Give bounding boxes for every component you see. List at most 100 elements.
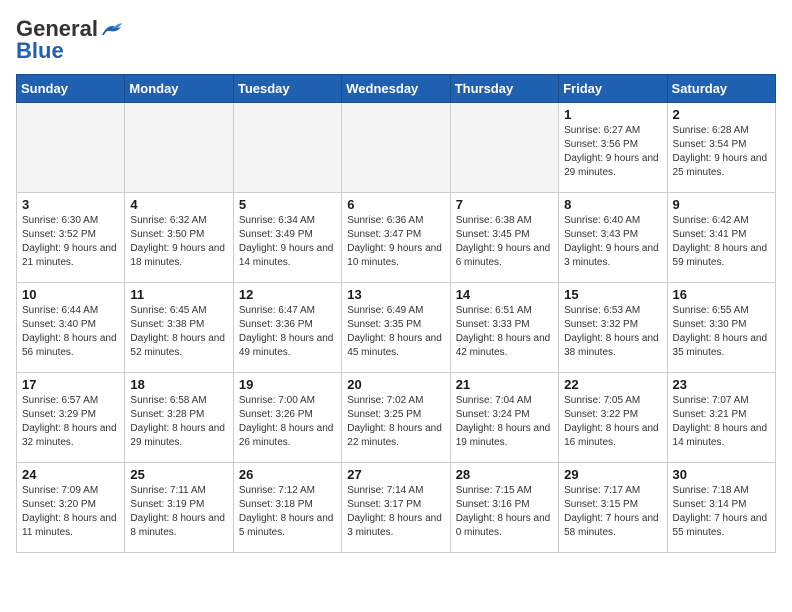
day-number: 23 <box>673 377 770 392</box>
calendar-cell: 2 Sunrise: 6:28 AMSunset: 3:54 PMDaylight… <box>667 103 775 193</box>
calendar-week-row: 10 Sunrise: 6:44 AMSunset: 3:40 PMDayligh… <box>17 283 776 373</box>
day-info: Sunrise: 6:49 AMSunset: 3:35 PMDaylight:… <box>347 304 444 360</box>
weekday-header-sunday: Sunday <box>17 75 125 103</box>
day-number: 10 <box>22 287 119 302</box>
calendar-cell <box>342 103 450 193</box>
calendar-cell: 12 Sunrise: 6:47 AMSunset: 3:36 PMDayligh… <box>233 283 341 373</box>
day-number: 4 <box>130 197 227 212</box>
day-info: Sunrise: 6:51 AMSunset: 3:33 PMDaylight:… <box>456 304 553 360</box>
day-info: Sunrise: 7:00 AMSunset: 3:26 PMDaylight:… <box>239 394 336 450</box>
day-number: 27 <box>347 467 444 482</box>
day-info: Sunrise: 7:02 AMSunset: 3:25 PMDaylight:… <box>347 394 444 450</box>
calendar-cell: 5 Sunrise: 6:34 AMSunset: 3:49 PMDaylight… <box>233 193 341 283</box>
day-number: 19 <box>239 377 336 392</box>
day-number: 5 <box>239 197 336 212</box>
day-info: Sunrise: 6:32 AMSunset: 3:50 PMDaylight:… <box>130 214 227 270</box>
day-number: 2 <box>673 107 770 122</box>
day-number: 25 <box>130 467 227 482</box>
day-info: Sunrise: 6:30 AMSunset: 3:52 PMDaylight:… <box>22 214 119 270</box>
day-number: 16 <box>673 287 770 302</box>
day-info: Sunrise: 6:40 AMSunset: 3:43 PMDaylight:… <box>564 214 661 270</box>
day-number: 26 <box>239 467 336 482</box>
day-info: Sunrise: 6:47 AMSunset: 3:36 PMDaylight:… <box>239 304 336 360</box>
calendar-cell: 3Sunrise: 6:30 AMSunset: 3:52 PMDaylight… <box>17 193 125 283</box>
day-number: 18 <box>130 377 227 392</box>
calendar-cell: 4 Sunrise: 6:32 AMSunset: 3:50 PMDaylight… <box>125 193 233 283</box>
calendar-cell: 11Sunrise: 6:45 AMSunset: 3:38 PMDayligh… <box>125 283 233 373</box>
calendar-week-row: 17 Sunrise: 6:57 AMSunset: 3:29 PMDayligh… <box>17 373 776 463</box>
calendar-cell: 25 Sunrise: 7:11 AMSunset: 3:19 PMDayligh… <box>125 463 233 553</box>
calendar-cell: 24Sunrise: 7:09 AMSunset: 3:20 PMDayligh… <box>17 463 125 553</box>
day-number: 7 <box>456 197 553 212</box>
calendar-cell: 27Sunrise: 7:14 AMSunset: 3:17 PMDayligh… <box>342 463 450 553</box>
calendar-cell: 23 Sunrise: 7:07 AMSunset: 3:21 PMDayligh… <box>667 373 775 463</box>
calendar-cell: 30 Sunrise: 7:18 AMSunset: 3:14 PMDayligh… <box>667 463 775 553</box>
day-number: 11 <box>130 287 227 302</box>
calendar-week-row: 3Sunrise: 6:30 AMSunset: 3:52 PMDaylight… <box>17 193 776 283</box>
day-info: Sunrise: 6:44 AMSunset: 3:40 PMDaylight:… <box>22 304 119 360</box>
calendar-cell: 7 Sunrise: 6:38 AMSunset: 3:45 PMDaylight… <box>450 193 558 283</box>
calendar-cell: 28Sunrise: 7:15 AMSunset: 3:16 PMDayligh… <box>450 463 558 553</box>
day-info: Sunrise: 7:11 AMSunset: 3:19 PMDaylight:… <box>130 484 227 540</box>
calendar-table: SundayMondayTuesdayWednesdayThursdayFrid… <box>16 74 776 553</box>
day-number: 12 <box>239 287 336 302</box>
day-info: Sunrise: 6:38 AMSunset: 3:45 PMDaylight:… <box>456 214 553 270</box>
day-info: Sunrise: 6:34 AMSunset: 3:49 PMDaylight:… <box>239 214 336 270</box>
calendar-cell <box>233 103 341 193</box>
day-info: Sunrise: 6:57 AMSunset: 3:29 PMDaylight:… <box>22 394 119 450</box>
day-info: Sunrise: 7:18 AMSunset: 3:14 PMDaylight:… <box>673 484 770 540</box>
calendar-cell: 19 Sunrise: 7:00 AMSunset: 3:26 PMDayligh… <box>233 373 341 463</box>
weekday-header-tuesday: Tuesday <box>233 75 341 103</box>
calendar-cell: 14 Sunrise: 6:51 AMSunset: 3:33 PMDayligh… <box>450 283 558 373</box>
day-number: 13 <box>347 287 444 302</box>
calendar-cell: 20 Sunrise: 7:02 AMSunset: 3:25 PMDayligh… <box>342 373 450 463</box>
calendar-cell: 10 Sunrise: 6:44 AMSunset: 3:40 PMDayligh… <box>17 283 125 373</box>
calendar-cell: 1 Sunrise: 6:27 AMSunset: 3:56 PMDaylight… <box>559 103 667 193</box>
calendar-cell: 8 Sunrise: 6:40 AMSunset: 3:43 PMDaylight… <box>559 193 667 283</box>
day-number: 9 <box>673 197 770 212</box>
day-number: 21 <box>456 377 553 392</box>
calendar-cell: 9 Sunrise: 6:42 AMSunset: 3:41 PMDaylight… <box>667 193 775 283</box>
day-info: Sunrise: 7:17 AMSunset: 3:15 PMDaylight:… <box>564 484 661 540</box>
day-number: 1 <box>564 107 661 122</box>
page-header: General Blue <box>16 16 776 64</box>
day-info: Sunrise: 6:42 AMSunset: 3:41 PMDaylight:… <box>673 214 770 270</box>
day-info: Sunrise: 7:12 AMSunset: 3:18 PMDaylight:… <box>239 484 336 540</box>
calendar-cell: 18Sunrise: 6:58 AMSunset: 3:28 PMDayligh… <box>125 373 233 463</box>
day-number: 30 <box>673 467 770 482</box>
calendar-cell: 22Sunrise: 7:05 AMSunset: 3:22 PMDayligh… <box>559 373 667 463</box>
day-number: 20 <box>347 377 444 392</box>
day-info: Sunrise: 7:05 AMSunset: 3:22 PMDaylight:… <box>564 394 661 450</box>
weekday-header-thursday: Thursday <box>450 75 558 103</box>
calendar-cell: 29Sunrise: 7:17 AMSunset: 3:15 PMDayligh… <box>559 463 667 553</box>
calendar-cell: 16 Sunrise: 6:55 AMSunset: 3:30 PMDayligh… <box>667 283 775 373</box>
weekday-header-friday: Friday <box>559 75 667 103</box>
day-info: Sunrise: 6:27 AMSunset: 3:56 PMDaylight:… <box>564 124 661 180</box>
day-info: Sunrise: 7:07 AMSunset: 3:21 PMDaylight:… <box>673 394 770 450</box>
day-number: 15 <box>564 287 661 302</box>
calendar-cell: 21 Sunrise: 7:04 AMSunset: 3:24 PMDayligh… <box>450 373 558 463</box>
day-number: 6 <box>347 197 444 212</box>
logo-blue: Blue <box>16 38 64 64</box>
calendar-cell: 6 Sunrise: 6:36 AMSunset: 3:47 PMDaylight… <box>342 193 450 283</box>
calendar-cell: 13 Sunrise: 6:49 AMSunset: 3:35 PMDayligh… <box>342 283 450 373</box>
day-info: Sunrise: 7:15 AMSunset: 3:16 PMDaylight:… <box>456 484 553 540</box>
weekday-header-saturday: Saturday <box>667 75 775 103</box>
calendar-cell: 26 Sunrise: 7:12 AMSunset: 3:18 PMDayligh… <box>233 463 341 553</box>
calendar-week-row: 1 Sunrise: 6:27 AMSunset: 3:56 PMDaylight… <box>17 103 776 193</box>
day-number: 24 <box>22 467 119 482</box>
calendar-cell: 15 Sunrise: 6:53 AMSunset: 3:32 PMDayligh… <box>559 283 667 373</box>
day-info: Sunrise: 6:53 AMSunset: 3:32 PMDaylight:… <box>564 304 661 360</box>
logo-bird-icon <box>100 21 124 39</box>
day-number: 8 <box>564 197 661 212</box>
day-info: Sunrise: 6:28 AMSunset: 3:54 PMDaylight:… <box>673 124 770 180</box>
calendar-cell <box>450 103 558 193</box>
calendar-cell <box>17 103 125 193</box>
day-info: Sunrise: 6:36 AMSunset: 3:47 PMDaylight:… <box>347 214 444 270</box>
day-info: Sunrise: 7:04 AMSunset: 3:24 PMDaylight:… <box>456 394 553 450</box>
day-number: 14 <box>456 287 553 302</box>
day-info: Sunrise: 6:55 AMSunset: 3:30 PMDaylight:… <box>673 304 770 360</box>
logo: General Blue <box>16 16 124 64</box>
calendar-cell: 17 Sunrise: 6:57 AMSunset: 3:29 PMDayligh… <box>17 373 125 463</box>
day-number: 17 <box>22 377 119 392</box>
